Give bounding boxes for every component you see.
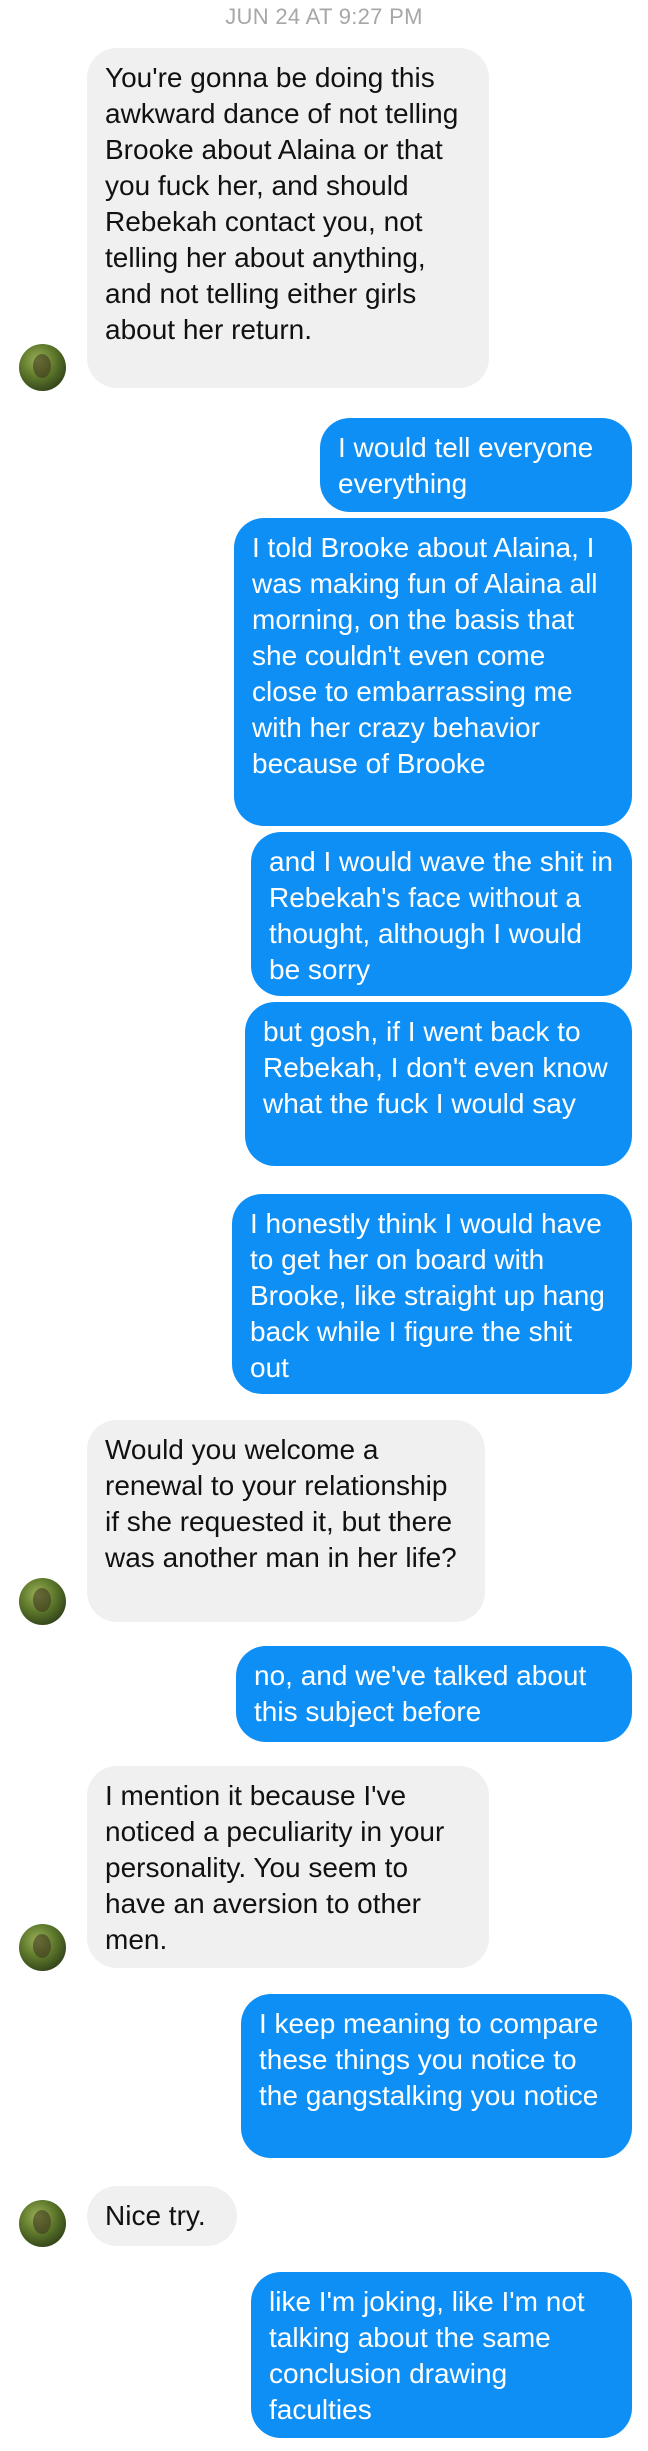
outgoing-message[interactable]: like I'm joking, like I'm not talking ab…	[251, 2272, 632, 2438]
outgoing-message[interactable]: I keep meaning to compare these things y…	[241, 1994, 632, 2158]
incoming-message[interactable]: You're gonna be doing this awkward dance…	[87, 48, 489, 388]
contact-avatar-icon[interactable]	[19, 344, 66, 391]
contact-avatar-icon[interactable]	[19, 1924, 66, 1971]
outgoing-message[interactable]: I honestly think I would have to get her…	[232, 1194, 632, 1394]
incoming-message[interactable]: Nice try.	[87, 2186, 237, 2246]
thread-timestamp: JUN 24 AT 9:27 PM	[225, 4, 423, 29]
outgoing-message[interactable]: but gosh, if I went back to Rebekah, I d…	[245, 1002, 632, 1166]
outgoing-message[interactable]: I told Brooke about Alaina, I was making…	[234, 518, 632, 826]
outgoing-message[interactable]: and I would wave the shit in Rebekah's f…	[251, 832, 632, 996]
outgoing-message[interactable]: no, and we've talked about this subject …	[236, 1646, 632, 1742]
contact-avatar-icon[interactable]	[19, 1578, 66, 1625]
contact-avatar-icon[interactable]	[19, 2200, 66, 2247]
outgoing-message[interactable]: I would tell everyone everything	[320, 418, 632, 512]
incoming-message[interactable]: I mention it because I've noticed a pecu…	[87, 1766, 489, 1968]
incoming-message[interactable]: Would you welcome a renewal to your rela…	[87, 1420, 485, 1622]
